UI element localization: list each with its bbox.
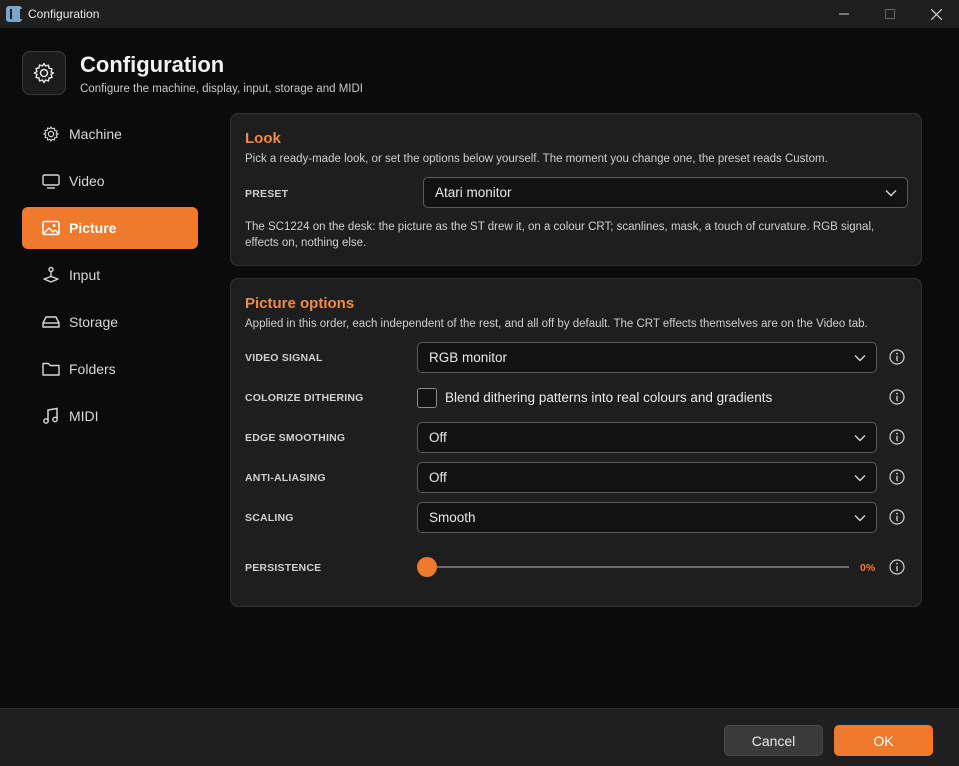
sidebar-item-input[interactable]: Input — [22, 254, 198, 296]
sidebar-item-label: MIDI — [69, 408, 99, 424]
sidebar-item-label: Input — [69, 267, 101, 283]
ok-button[interactable]: OK — [834, 725, 933, 756]
header-gear-icon — [22, 51, 66, 95]
scaling-dropdown[interactable]: Smooth — [417, 502, 877, 533]
video-signal-value: RGB monitor — [429, 350, 508, 365]
chevron-down-icon — [854, 355, 866, 362]
info-icon[interactable] — [889, 349, 905, 365]
video-signal-dropdown[interactable]: RGB monitor — [417, 342, 877, 373]
sidebar-item-label: Video — [69, 173, 105, 189]
colorize-dithering-checkbox[interactable] — [417, 388, 437, 408]
video-signal-label: VIDEO SIGNAL — [245, 352, 323, 364]
scaling-value: Smooth — [429, 510, 476, 525]
music-note-icon — [42, 407, 60, 425]
persistence-slider-thumb[interactable] — [417, 557, 437, 577]
preset-dropdown[interactable]: Atari monitor — [423, 177, 908, 208]
persistence-slider-track[interactable] — [427, 566, 849, 568]
sidebar-item-label: Folders — [69, 361, 116, 377]
cancel-button[interactable]: Cancel — [724, 725, 823, 756]
sidebar-item-picture[interactable]: Picture — [22, 207, 198, 249]
page-subtitle: Configure the machine, display, input, s… — [80, 83, 363, 95]
info-icon[interactable] — [889, 429, 905, 445]
preset-note: The SC1224 on the desk: the picture as t… — [245, 221, 875, 233]
minimize-icon[interactable] — [821, 0, 867, 28]
sidebar-item-video[interactable]: Video — [22, 160, 198, 202]
look-card: Look Pick a ready-made look, or set the … — [230, 113, 922, 266]
look-description: Pick a ready-made look, or set the optio… — [245, 153, 828, 165]
sidebar: Machine Video Picture Input Storage Fold… — [22, 113, 198, 442]
maximize-icon[interactable] — [867, 0, 913, 28]
chevron-down-icon — [854, 475, 866, 482]
image-icon — [42, 219, 60, 237]
chevron-down-icon — [854, 515, 866, 522]
colorize-dithering-label: COLORIZE DITHERING — [245, 392, 364, 404]
preset-label: PRESET — [245, 188, 289, 200]
sidebar-item-folders[interactable]: Folders — [22, 348, 198, 390]
chevron-down-icon — [854, 435, 866, 442]
edge-smoothing-label: EDGE SMOOTHING — [245, 432, 346, 444]
info-icon[interactable] — [889, 389, 905, 405]
info-icon[interactable] — [889, 509, 905, 525]
preset-value: Atari monitor — [435, 185, 512, 200]
dialog-footer: Cancel OK — [0, 708, 959, 766]
gear-icon — [42, 125, 60, 143]
sidebar-item-midi[interactable]: MIDI — [22, 395, 198, 437]
preset-note-line2: effects on, nothing else. — [245, 237, 367, 249]
edge-smoothing-dropdown[interactable]: Off — [417, 422, 877, 453]
sidebar-item-machine[interactable]: Machine — [22, 113, 198, 155]
chevron-down-icon — [885, 190, 897, 197]
sidebar-item-label: Storage — [69, 314, 119, 330]
anti-aliasing-value: Off — [429, 470, 447, 485]
monitor-icon — [42, 172, 60, 190]
window-title: Configuration — [28, 7, 100, 21]
gear-icon — [33, 62, 55, 84]
persistence-value: 0% — [860, 562, 876, 574]
picture-options-card: Picture options Applied in this order, e… — [230, 278, 922, 607]
persistence-label: PERSISTENCE — [245, 562, 322, 574]
drive-icon — [42, 313, 60, 331]
picture-options-title: Picture options — [245, 295, 355, 312]
folder-icon — [42, 360, 60, 378]
anti-aliasing-dropdown[interactable]: Off — [417, 462, 877, 493]
colorize-dithering-checkbox-label[interactable]: Blend dithering patterns into real colou… — [445, 390, 772, 405]
app-icon — [6, 6, 22, 22]
sidebar-item-label: Picture — [69, 220, 117, 236]
look-title: Look — [245, 130, 281, 147]
title-bar: Configuration — [0, 0, 959, 28]
window-controls — [821, 0, 959, 28]
sidebar-item-label: Machine — [69, 126, 122, 142]
edge-smoothing-value: Off — [429, 430, 447, 445]
anti-aliasing-label: ANTI-ALIASING — [245, 472, 326, 484]
info-icon[interactable] — [889, 559, 905, 575]
info-icon[interactable] — [889, 469, 905, 485]
picture-options-description: Applied in this order, each independent … — [245, 318, 868, 330]
close-icon[interactable] — [913, 0, 959, 28]
sidebar-item-storage[interactable]: Storage — [22, 301, 198, 343]
page-title: Configuration — [80, 52, 225, 77]
scaling-label: SCALING — [245, 512, 294, 524]
joystick-icon — [42, 266, 60, 284]
